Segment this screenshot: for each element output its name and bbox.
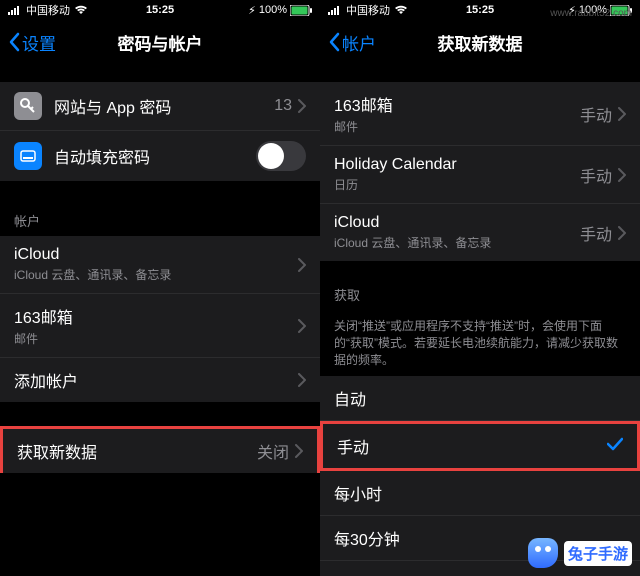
row-account-163[interactable]: 163邮箱 邮件 手动 xyxy=(320,82,640,146)
carrier-label: 中国移动 xyxy=(346,2,390,18)
row-account-icloud[interactable]: iCloud iCloud 云盘、通讯录、备忘录 手动 xyxy=(320,204,640,261)
row-value: 手动 xyxy=(580,102,612,126)
charge-icon: ⚡︎ xyxy=(248,4,256,17)
account-sub: iCloud 云盘、通讯录、备忘录 xyxy=(334,234,580,251)
chevron-right-icon xyxy=(618,168,626,182)
battery-icon xyxy=(290,5,312,16)
autofill-toggle[interactable] xyxy=(256,141,306,171)
key-icon xyxy=(14,92,42,120)
account-sub: iCloud 云盘、通讯录、备忘录 xyxy=(14,266,298,283)
status-bar: 中国移动 15:25 ⚡︎ 100% xyxy=(0,0,320,20)
account-sub: 邮件 xyxy=(14,330,298,347)
nav-bar: 设置 密码与帐户 xyxy=(0,20,320,64)
back-label: 设置 xyxy=(22,30,56,55)
chevron-right-icon xyxy=(618,226,626,240)
back-button[interactable]: 帐户 xyxy=(328,30,376,55)
row-account-holiday[interactable]: Holiday Calendar 日历 手动 xyxy=(320,146,640,204)
row-value: 13 xyxy=(274,97,292,115)
account-sub: 日历 xyxy=(334,176,580,193)
option-label: 手动 xyxy=(337,434,607,458)
row-label: 自动填充密码 xyxy=(54,144,256,168)
screenshot-right: www.rabbit52.com 中国移动 15:25 ⚡︎ 100% 帐户 获… xyxy=(320,0,640,576)
account-title: Holiday Calendar xyxy=(334,156,580,174)
brand-text: 兔子手游 xyxy=(564,541,632,566)
chevron-right-icon xyxy=(298,319,306,333)
signal-icon xyxy=(8,5,22,15)
chevron-left-icon xyxy=(8,32,20,52)
chevron-right-icon xyxy=(298,258,306,272)
section-footer-fetch: 关闭“推送”或应用程序不支持“推送”时，会使用下面的“获取”模式。若要延长电池续… xyxy=(320,310,640,376)
chevron-right-icon xyxy=(298,373,306,387)
section-header-accounts: 帐户 xyxy=(0,205,320,236)
wifi-icon xyxy=(74,5,88,15)
row-value: 手动 xyxy=(580,163,612,187)
account-title: 163邮箱 xyxy=(14,304,298,328)
account-title: 163邮箱 xyxy=(334,92,580,116)
row-value: 手动 xyxy=(580,221,612,245)
row-fetch-new-data[interactable]: 获取新数据 关闭 xyxy=(0,426,320,473)
row-option-manual[interactable]: 手动 xyxy=(320,421,640,471)
row-label: 添加帐户 xyxy=(14,368,298,392)
check-icon xyxy=(607,437,623,456)
brand-badge: 兔子手游 xyxy=(528,538,632,568)
chevron-right-icon xyxy=(618,107,626,121)
chevron-left-icon xyxy=(328,32,340,52)
section-header-fetch: 获取 xyxy=(320,279,640,310)
option-label: 每小时 xyxy=(334,481,626,505)
option-label: 每15分钟 xyxy=(334,571,626,576)
carrier-label: 中国移动 xyxy=(26,2,70,18)
row-account-163[interactable]: 163邮箱 邮件 xyxy=(0,294,320,358)
account-sub: 邮件 xyxy=(334,118,580,135)
row-option-auto[interactable]: 自动 xyxy=(320,376,640,421)
row-account-icloud[interactable]: iCloud iCloud 云盘、通讯录、备忘录 xyxy=(0,236,320,294)
row-label: 网站与 App 密码 xyxy=(54,94,274,118)
battery-label: 100% xyxy=(259,4,287,16)
account-title: iCloud xyxy=(14,246,298,264)
time-label: 15:25 xyxy=(146,4,174,16)
account-title: iCloud xyxy=(334,214,580,232)
row-website-passwords[interactable]: 网站与 App 密码 13 xyxy=(0,82,320,131)
page-title: 密码与帐户 xyxy=(118,30,203,55)
watermark: www.rabbit52.com xyxy=(550,8,632,19)
wifi-icon xyxy=(394,5,408,15)
time-label: 15:25 xyxy=(466,4,494,16)
page-title: 获取新数据 xyxy=(438,30,523,55)
row-label: 获取新数据 xyxy=(17,439,257,463)
screenshot-left: 中国移动 15:25 ⚡︎ 100% 设置 密码与帐户 网站与 App 密码 1… xyxy=(0,0,320,576)
autofill-icon xyxy=(14,142,42,170)
nav-bar: 帐户 获取新数据 xyxy=(320,20,640,64)
row-option-hourly[interactable]: 每小时 xyxy=(320,471,640,516)
row-value: 关闭 xyxy=(257,439,289,463)
chevron-right-icon xyxy=(295,444,303,458)
brand-logo-icon xyxy=(528,538,558,568)
row-add-account[interactable]: 添加帐户 xyxy=(0,358,320,402)
option-label: 自动 xyxy=(334,386,626,410)
back-label: 帐户 xyxy=(342,30,376,55)
signal-icon xyxy=(328,5,342,15)
chevron-right-icon xyxy=(298,99,306,113)
back-button[interactable]: 设置 xyxy=(8,30,56,55)
row-autofill-password[interactable]: 自动填充密码 xyxy=(0,131,320,181)
